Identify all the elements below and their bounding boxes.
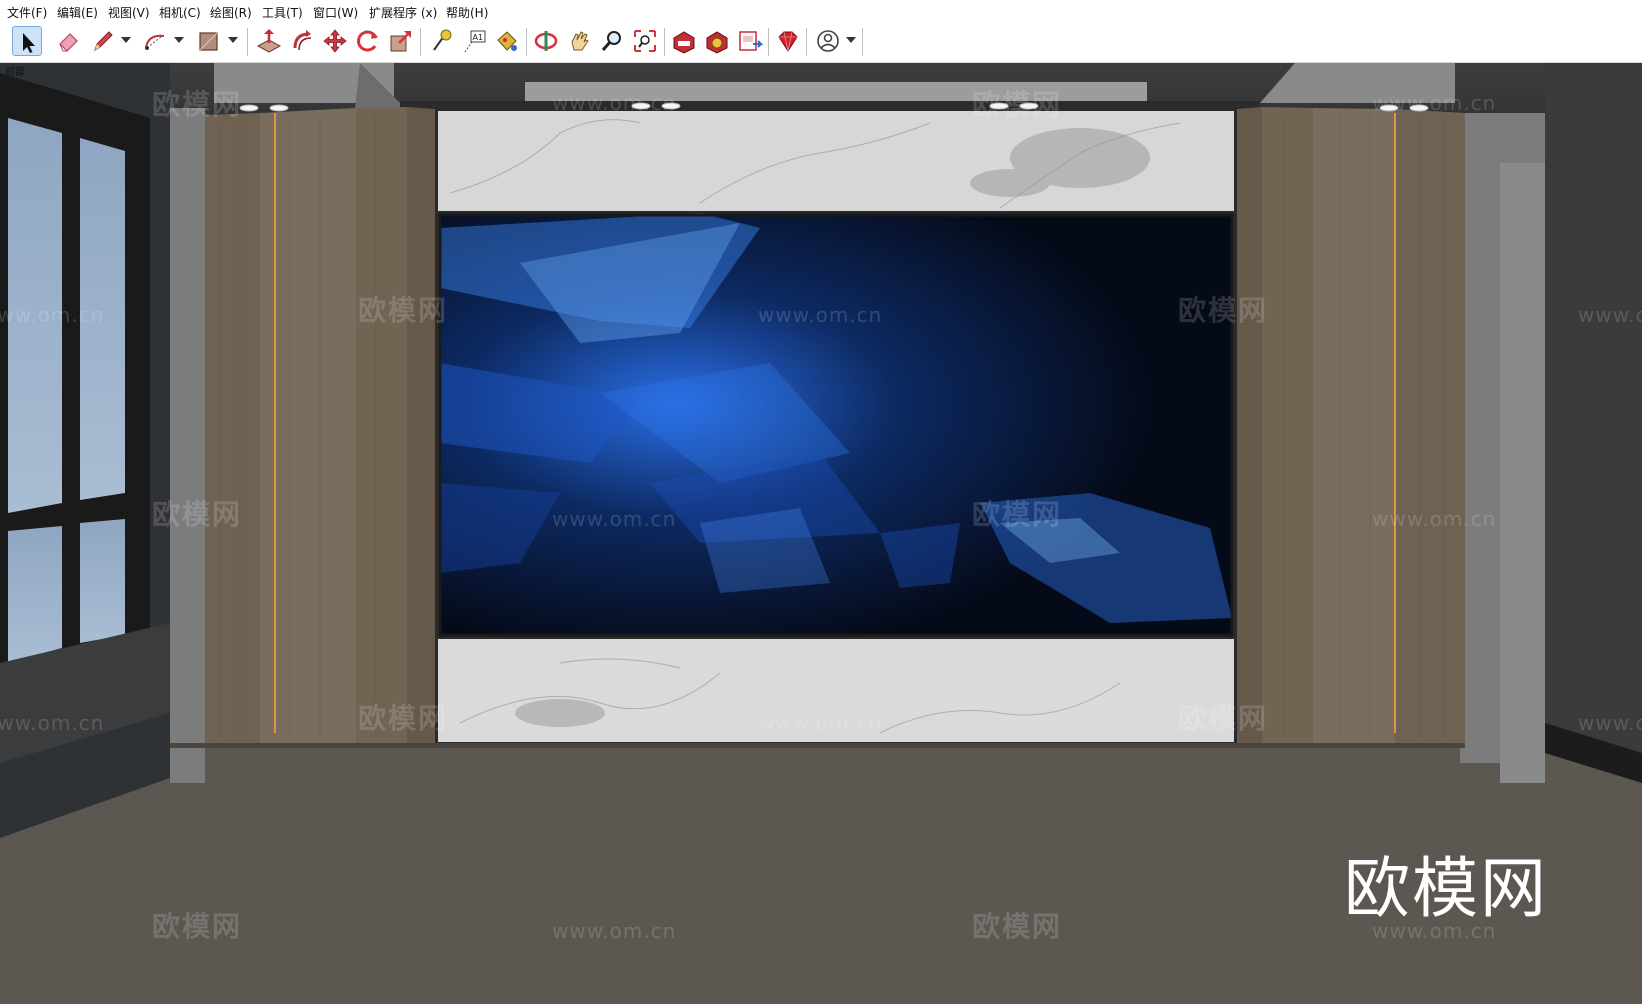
ruby-console-tool-button[interactable]	[773, 26, 803, 56]
move-icon	[323, 29, 347, 53]
scene-tab-label: 前部	[5, 67, 25, 78]
rectangle-icon	[199, 32, 218, 51]
tape-measure-icon	[433, 29, 452, 51]
watermark-brand: 欧模网	[152, 88, 243, 121]
watermark-brand: 欧模网	[152, 498, 243, 531]
arc-icon	[145, 34, 165, 50]
push-pull-icon	[256, 29, 282, 53]
orbit-tool-button[interactable]	[531, 26, 561, 56]
menu-bar: 文件(F) 编辑(E) 视图(V) 相机(C) 绘图(R) 工具(T) 窗口(W…	[0, 0, 1642, 22]
text-label-icon: A1	[464, 30, 486, 53]
extension-warehouse-icon	[706, 31, 728, 54]
menu-file[interactable]: 文件(F)	[7, 4, 47, 21]
arc-tool-button[interactable]	[140, 26, 170, 56]
watermark-brand: 欧模网	[358, 702, 449, 735]
menu-window[interactable]: 窗口(W)	[313, 4, 358, 21]
arc-tool-dropdown-icon[interactable]	[174, 37, 184, 43]
toolbar-separator	[768, 28, 769, 56]
watermark-brand: 欧模网	[358, 294, 449, 327]
rotate-tool-button[interactable]	[353, 26, 383, 56]
toolbar-separator	[247, 28, 248, 56]
menu-help[interactable]: 帮助(H)	[446, 4, 488, 21]
paint-bucket-icon	[497, 31, 517, 51]
rectangle-tool-dropdown-icon[interactable]	[228, 37, 238, 43]
toolbar-separator	[806, 28, 807, 56]
watermark-url: www.om.cn	[1372, 507, 1497, 531]
line-tool-button[interactable]	[88, 26, 118, 56]
eraser-icon	[59, 33, 78, 52]
watermark-url: www.om.cn	[1578, 711, 1642, 735]
scale-tool-button[interactable]	[386, 26, 416, 56]
scale-icon	[390, 31, 411, 52]
toolbar-separator	[420, 28, 421, 56]
offset-tool-button[interactable]	[287, 26, 317, 56]
watermark-url: www.om.cn	[1372, 91, 1497, 115]
rotate-icon	[357, 30, 378, 52]
main-toolbar: A1	[0, 22, 1642, 63]
paint-bucket-tool-button[interactable]	[492, 26, 522, 56]
line-tool-dropdown-icon[interactable]	[121, 37, 131, 43]
watermark-url: www.om.cn	[758, 711, 883, 735]
pan-tool-button[interactable]	[564, 26, 594, 56]
warehouse-icon	[673, 31, 695, 54]
arrow-cursor-icon	[23, 33, 35, 53]
watermark-brand: 欧模网	[972, 88, 1063, 121]
user-circle-icon	[817, 30, 839, 52]
toolbar-separator	[526, 28, 527, 56]
watermark-url: www.om.cn	[552, 91, 677, 115]
watermark-brand: 欧模网	[972, 910, 1063, 943]
menu-edit[interactable]: 编辑(E)	[57, 4, 98, 21]
watermark-url: www.om.cn	[0, 711, 105, 735]
watermark-brand: 欧模网	[152, 910, 243, 943]
menu-view[interactable]: 视图(V)	[108, 4, 150, 21]
brand-logo-text: 欧模网	[1344, 850, 1548, 927]
zoom-extents-tool-button[interactable]	[630, 26, 660, 56]
magnifier-icon	[601, 31, 621, 51]
move-tool-button[interactable]	[320, 26, 350, 56]
watermark-url: www.om.cn	[552, 919, 677, 943]
model-viewport[interactable]: 前部 欧模网 www.om.cn 欧模网 www.om.cn www.om.cn…	[0, 63, 1642, 1004]
menu-tools[interactable]: 工具(T)	[262, 4, 303, 21]
watermark-brand: 欧模网	[972, 498, 1063, 531]
menu-draw[interactable]: 绘图(R)	[210, 4, 252, 21]
text-tool-button[interactable]: A1	[459, 26, 489, 56]
account-menu-dropdown-icon[interactable]	[846, 37, 856, 43]
watermark-url: www.om.cn	[552, 507, 677, 531]
zoom-extents-icon	[634, 30, 656, 52]
layout-icon	[739, 31, 764, 51]
warehouse-tool-button[interactable]	[669, 26, 699, 56]
tape-measure-tool-button[interactable]	[426, 26, 456, 56]
toolbar-separator	[862, 28, 863, 56]
hand-icon	[571, 31, 589, 51]
watermark-url: www.om.cn	[1578, 303, 1642, 327]
send-to-layout-tool-button[interactable]	[735, 26, 765, 56]
menu-camera[interactable]: 相机(C)	[159, 4, 201, 21]
ruby-gem-icon	[778, 31, 798, 52]
extension-warehouse-tool-button[interactable]	[702, 26, 732, 56]
text-tool-label: A1	[473, 33, 484, 42]
watermark-url: www.om.cn	[0, 303, 105, 327]
rectangle-tool-button[interactable]	[194, 26, 224, 56]
select-tool-button[interactable]	[12, 26, 42, 56]
account-menu-button[interactable]	[813, 26, 843, 56]
toolbar-separator	[664, 28, 665, 56]
eraser-tool-button[interactable]	[53, 26, 83, 56]
offset-icon	[293, 30, 312, 51]
zoom-tool-button[interactable]	[597, 26, 627, 56]
push-pull-tool-button[interactable]	[254, 26, 284, 56]
menu-extensions[interactable]: 扩展程序 (x)	[369, 4, 437, 21]
watermark-brand: 欧模网	[1178, 702, 1269, 735]
watermark-brand: 欧模网	[1178, 294, 1269, 327]
orbit-icon	[534, 31, 558, 51]
pencil-icon	[94, 31, 113, 52]
watermark-url: www.om.cn	[758, 303, 883, 327]
